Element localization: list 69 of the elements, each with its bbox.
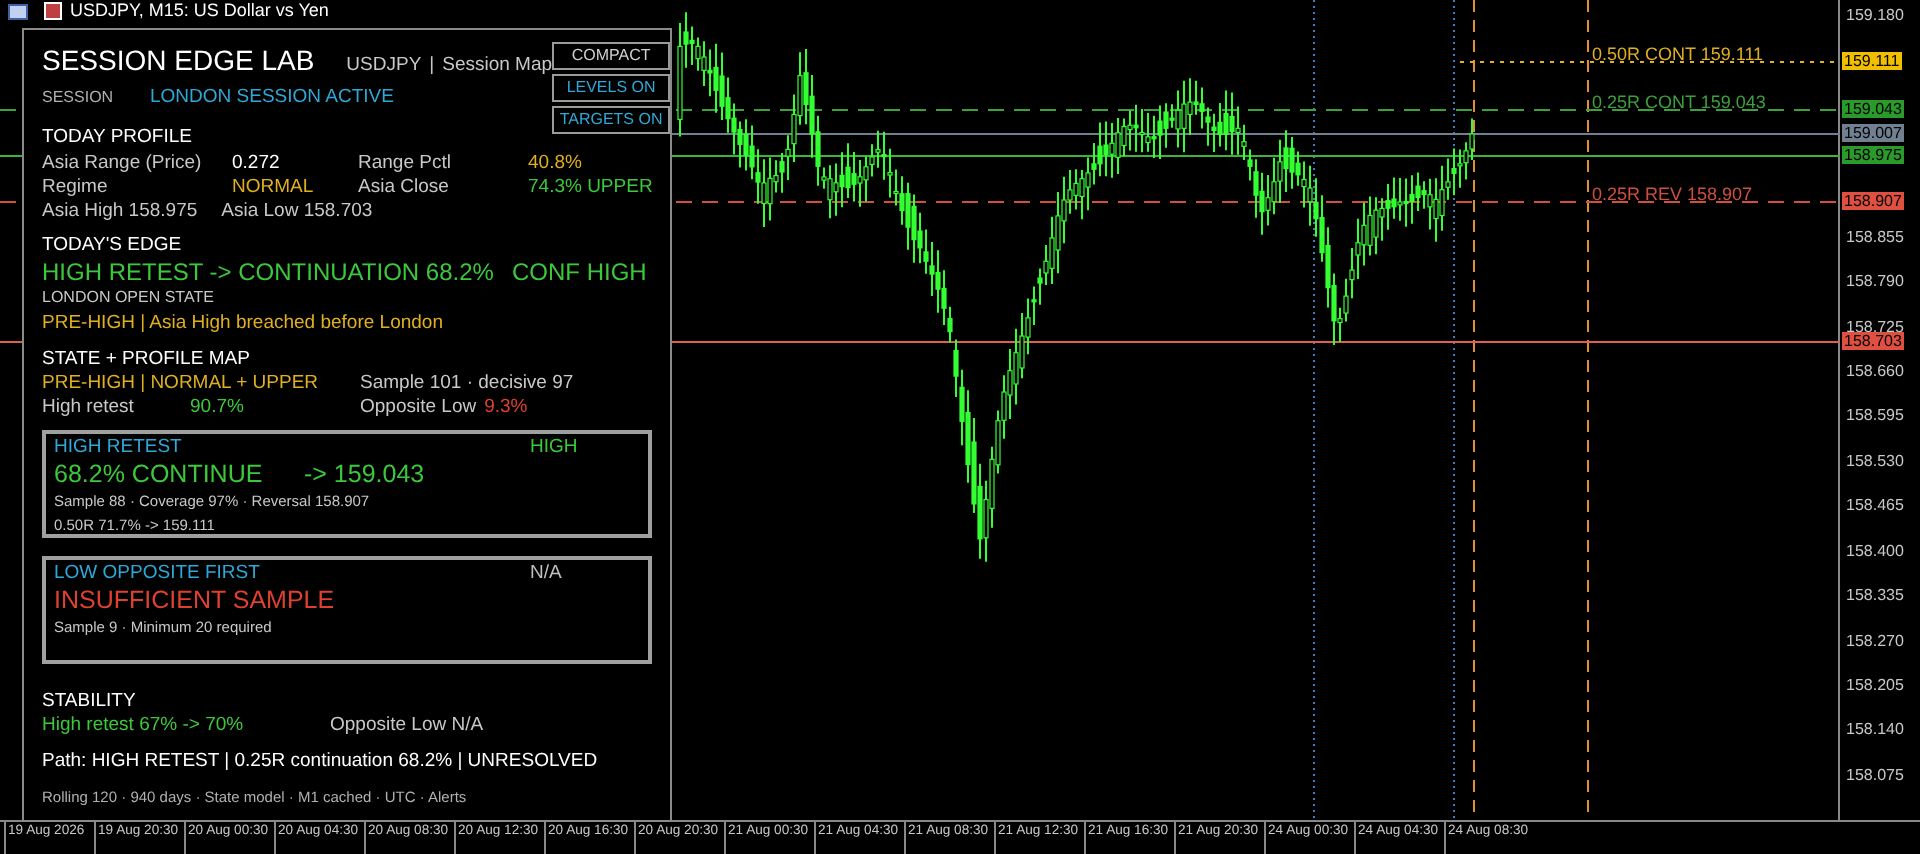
- menu-icon[interactable]: [8, 3, 28, 19]
- symbol-label: USDJPY: [346, 54, 422, 78]
- confidence-label: HIGH: [530, 436, 578, 460]
- asia-high-value: Asia High 158.975: [42, 200, 198, 224]
- price-label: 158.660: [1846, 362, 1904, 380]
- price-label: 158.205: [1846, 676, 1904, 694]
- chart-icon[interactable]: [44, 2, 62, 20]
- asia-low-value: Asia Low 158.703: [221, 200, 373, 224]
- price-tag: 158.703: [1842, 332, 1904, 350]
- stat-label: Asia Range (Price): [42, 152, 204, 176]
- price-label: 158.530: [1846, 452, 1904, 470]
- price-tag: 158.907: [1842, 192, 1904, 210]
- stat-value: 9.3%: [484, 396, 528, 420]
- card-headline: 68.2% CONTINUE: [54, 460, 265, 490]
- level-label: 0.25R REV 158.907: [1592, 184, 1753, 204]
- stat-value: 0.272: [232, 152, 282, 176]
- price-tag: 159.111: [1842, 52, 1902, 70]
- state-value: PRE-HIGH | NORMAL + UPPER: [42, 372, 321, 396]
- confidence-label: N/A: [530, 562, 562, 586]
- section-heading: STABILITY: [42, 690, 138, 714]
- card-title: HIGH RETEST: [54, 436, 184, 460]
- price-label: 158.725: [1846, 318, 1904, 336]
- edge-signal: HIGH RETEST -> CONTINUATION 68.2%: [42, 258, 496, 286]
- toggle-button[interactable]: COMPACT: [552, 42, 671, 70]
- panel-title: SESSION EDGE LAB: [42, 44, 315, 76]
- price-label: 158.465: [1846, 496, 1904, 514]
- price-label: 158.400: [1846, 542, 1904, 560]
- stat-label: Asia Close: [358, 176, 451, 200]
- chart-title: USDJPY, M15: US Dollar vs Yen: [70, 2, 329, 20]
- level-label: 0.50R CONT 159.111: [1592, 44, 1764, 64]
- section-heading: TODAY PROFILE: [42, 126, 194, 150]
- price-label: 158.075: [1846, 766, 1904, 784]
- price-tag: 159.043: [1842, 100, 1904, 118]
- card-title: LOW OPPOSITE FIRST: [54, 562, 262, 586]
- toggle-button[interactable]: TARGETS ON: [552, 106, 671, 134]
- price-label: 158.270: [1846, 632, 1904, 650]
- stat-value: 40.8%: [528, 152, 584, 176]
- sample-info: Sample 101 · decisive 97: [360, 372, 574, 396]
- stat-label: High retest: [42, 396, 136, 420]
- stat-value: 90.7%: [190, 396, 246, 420]
- stat-value: NORMAL: [232, 176, 316, 200]
- price-label: 158.335: [1846, 586, 1904, 604]
- open-state: PRE-HIGH | Asia High breached before London: [42, 312, 445, 336]
- price-label: 158.790: [1846, 272, 1904, 290]
- price-label: 158.140: [1846, 720, 1904, 738]
- target-value: -> 159.043: [304, 460, 425, 490]
- session-status: LONDON SESSION ACTIVE: [150, 86, 394, 110]
- stat-label: Opposite Low: [360, 396, 477, 420]
- stat-value: 74.3% UPPER: [528, 176, 653, 200]
- level-label: 0.25R CONT 159.043: [1592, 92, 1766, 112]
- card-headline: INSUFFICIENT SAMPLE: [54, 586, 335, 616]
- view-label: Session Map: [442, 54, 553, 78]
- confidence-label: CONF HIGH: [512, 258, 647, 286]
- separator: |: [429, 54, 435, 78]
- session-label: SESSION: [42, 86, 116, 110]
- price-label: 158.595: [1846, 406, 1904, 424]
- section-heading: TODAY'S EDGE: [42, 234, 184, 258]
- price-tag: 158.975: [1842, 146, 1904, 164]
- price-label: 158.855: [1846, 228, 1904, 246]
- subheading: LONDON OPEN STATE: [42, 286, 216, 310]
- toggle-button[interactable]: LEVELS ON: [552, 74, 671, 102]
- stability-value: Opposite Low N/A: [330, 714, 484, 738]
- price-tag: 159.007: [1842, 124, 1904, 142]
- stability-value: High retest 67% -> 70%: [42, 714, 246, 738]
- stat-label: Regime: [42, 176, 110, 200]
- price-label: 159.180: [1846, 6, 1904, 24]
- stat-label: Range Pctl: [358, 152, 453, 176]
- path-summary: Path: HIGH RETEST | 0.25R continuation 68.2% | UNRESOLVED: [42, 750, 600, 774]
- section-heading: STATE + PROFILE MAP: [42, 348, 252, 372]
